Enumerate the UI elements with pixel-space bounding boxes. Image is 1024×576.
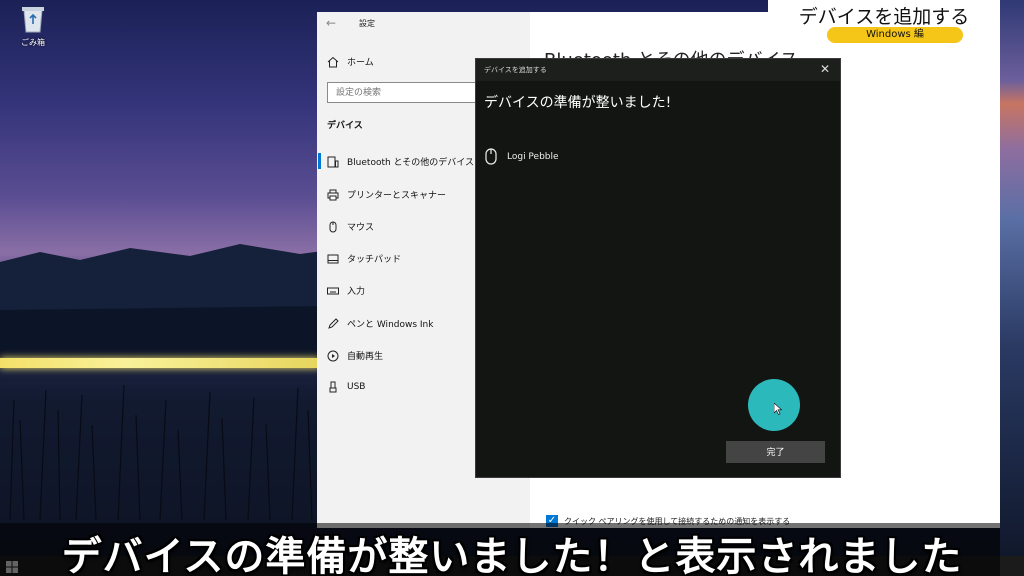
sidebar-item-label: プリンターとスキャナー xyxy=(347,191,447,201)
sidebar-item-mouse[interactable]: マウス xyxy=(327,220,374,233)
sidebar-item-label: 入力 xyxy=(347,287,366,297)
sidebar-item-pen[interactable]: ペンと Windows Ink xyxy=(327,317,433,330)
device-list-item[interactable]: Logi Pebble xyxy=(485,148,559,165)
video-caption: デバイスの準備が整いました！と表示されました xyxy=(61,534,963,576)
recycle-bin[interactable] xyxy=(16,4,50,38)
close-icon[interactable]: ✕ xyxy=(820,62,830,76)
mouse-icon xyxy=(485,148,497,165)
mountain-silhouette xyxy=(0,244,330,360)
sidebar-item-label: 自動再生 xyxy=(347,352,384,362)
sidebar-item-bluetooth[interactable]: Bluetooth とその他のデバイス xyxy=(327,155,474,168)
autoplay-icon xyxy=(327,350,339,361)
reeds-silhouette xyxy=(9,384,313,520)
video-title-card: デバイスを追加する Windows 編 xyxy=(768,0,1000,46)
bluetooth-devices-icon xyxy=(327,156,339,167)
sidebar-item-usb[interactable]: USB xyxy=(327,381,365,393)
sidebar-item-autoplay[interactable]: 自動再生 xyxy=(327,349,383,362)
sidebar-item-label: マウス xyxy=(347,223,375,233)
shore-light xyxy=(0,358,320,368)
section-title: デバイス xyxy=(327,121,363,131)
pen-icon xyxy=(328,317,339,329)
sidebar-item-touchpad[interactable]: タッチパッド xyxy=(327,252,401,265)
sidebar-item-typing[interactable]: 入力 xyxy=(327,284,365,297)
sidebar-item-label: Bluetooth とその他のデバイス xyxy=(347,158,475,168)
sidebar-item-label: USB xyxy=(347,382,366,392)
desktop-right-edge xyxy=(1000,0,1024,576)
active-nav-indicator xyxy=(318,153,321,169)
sidebar-item-label: タッチパッド xyxy=(347,255,402,265)
video-title-badge: Windows 編 xyxy=(827,27,963,43)
printer-icon xyxy=(327,189,339,200)
nav-home[interactable]: ホーム xyxy=(327,55,374,68)
settings-search-input[interactable] xyxy=(327,82,487,103)
recycle-bin-icon xyxy=(22,7,44,33)
recycle-bin-label: ごみ箱 xyxy=(21,38,45,47)
dialog-heading: デバイスの準備が整いました! xyxy=(484,95,672,111)
sidebar-item-printers[interactable]: プリンターとスキャナー xyxy=(327,188,446,201)
usb-icon xyxy=(329,381,337,393)
keyboard-icon xyxy=(327,287,339,294)
device-name: Logi Pebble xyxy=(507,151,559,162)
touchpad-icon xyxy=(327,254,339,263)
nav-home-label: ホーム xyxy=(347,58,374,68)
video-title: デバイスを追加する xyxy=(798,6,970,28)
settings-window-title: 設定 xyxy=(359,19,375,28)
done-button[interactable]: 完了 xyxy=(726,441,825,463)
add-device-dialog: デバイスを追加する ✕ デバイスの準備が整いました! Logi Pebble 完… xyxy=(475,58,841,478)
sidebar-item-label: ペンと Windows Ink xyxy=(347,320,434,330)
mouse-pointer-icon xyxy=(774,403,782,415)
back-arrow-icon[interactable]: ← xyxy=(326,16,336,30)
mouse-icon xyxy=(329,221,337,232)
dialog-title: デバイスを追加する xyxy=(484,66,547,74)
home-icon xyxy=(327,56,339,67)
